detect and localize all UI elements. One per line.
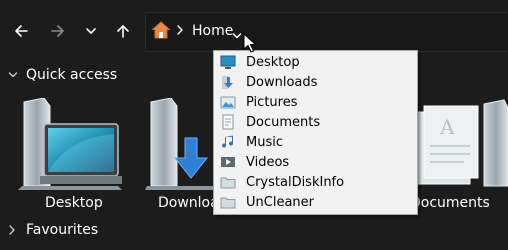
forward-button[interactable] [45, 18, 71, 44]
videos-icon [220, 154, 236, 170]
downloads-icon [220, 74, 236, 90]
desktop-tile-label: Desktop [45, 195, 103, 211]
arrow-right-icon [51, 25, 64, 37]
chevron-right-icon [177, 25, 183, 35]
documents-folder-icon: A [415, 99, 508, 187]
arrow-up-icon [117, 25, 129, 38]
menu-item-documents[interactable]: Documents [214, 112, 417, 132]
menu-item-crystaldiskinfo[interactable]: CrystalDiskInfo [214, 172, 417, 192]
chevron-down-icon [232, 33, 242, 39]
menu-item-music[interactable]: Music [214, 132, 417, 152]
menu-item-downloads[interactable]: Downloads [214, 72, 417, 92]
chevron-down-icon [86, 28, 96, 34]
location-dropdown-menu: Desktop Downloads Pictures Documents Mus… [213, 50, 418, 215]
desktop-tile[interactable] [18, 97, 124, 190]
folder-shortcut-icon [220, 194, 236, 210]
home-icon [151, 20, 171, 44]
recent-locations-button[interactable] [78, 18, 104, 44]
favourites-header[interactable]: Favourites [8, 222, 98, 238]
quick-access-label: Quick access [26, 67, 118, 83]
chevron-down-icon [8, 72, 18, 78]
menu-item-videos[interactable]: Videos [214, 152, 417, 172]
menu-item-pictures[interactable]: Pictures [214, 92, 417, 112]
downloads-tile[interactable] [145, 97, 215, 190]
menu-item-uncleaner[interactable]: UnCleaner [214, 192, 417, 212]
desktop-folder-icon [18, 97, 122, 190]
breadcrumb-separator[interactable] [176, 22, 184, 41]
breadcrumb-dropdown-button[interactable] [232, 26, 242, 45]
svg-text:A: A [439, 115, 455, 139]
quick-access-header[interactable]: Quick access [8, 67, 117, 83]
folder-shortcut-icon [220, 174, 236, 190]
documents-tile[interactable]: A [415, 98, 508, 190]
downloads-folder-icon [145, 97, 215, 190]
back-button[interactable] [8, 18, 34, 44]
chevron-right-icon [9, 225, 15, 235]
documents-tile-label: Documents [410, 195, 490, 211]
breadcrumb-home[interactable]: Home [192, 23, 233, 39]
up-button[interactable] [110, 18, 136, 44]
mouse-cursor-icon [243, 32, 257, 57]
arrow-left-icon [15, 25, 28, 37]
pictures-icon [220, 94, 236, 110]
favourites-label: Favourites [26, 222, 99, 238]
documents-icon [220, 114, 236, 130]
desktop-icon [220, 54, 236, 70]
music-icon [220, 134, 236, 150]
